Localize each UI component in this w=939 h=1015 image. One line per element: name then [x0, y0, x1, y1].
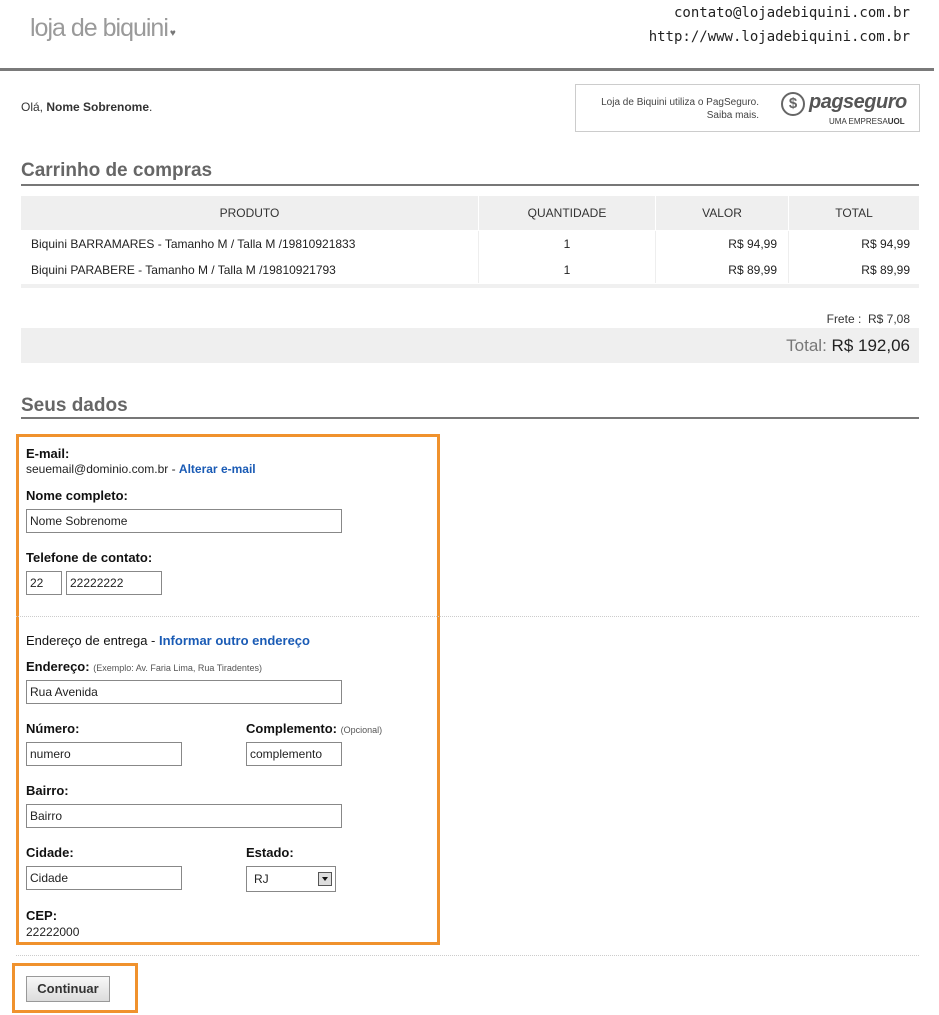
header-divider	[0, 68, 934, 71]
greeting-suffix: .	[149, 100, 153, 114]
row-separator	[788, 257, 789, 283]
row-product: Biquini PARABERE - Tamanho M / Talla M /…	[31, 263, 336, 277]
cart-title-divider	[21, 184, 919, 186]
contact-url[interactable]: http://www.lojadebiquini.com.br	[649, 29, 910, 45]
pagseguro-emblem-icon: $	[781, 92, 805, 116]
email-separator: -	[168, 462, 179, 476]
number-field[interactable]	[26, 742, 182, 766]
pagseguro-sub-prefix: UMA EMPRESA	[829, 117, 888, 126]
row-qty: 1	[563, 237, 571, 251]
city-field[interactable]	[26, 866, 182, 890]
form-bottom-divider	[16, 955, 919, 956]
pagseguro-logo-sub: UMA EMPRESAUOL	[829, 117, 905, 126]
row-separator	[655, 231, 656, 257]
row-value: R$ 89,99	[728, 263, 777, 277]
delivery-separator: -	[147, 633, 159, 648]
pagseguro-saiba-mais[interactable]: Saiba mais.	[601, 109, 759, 122]
phone-ddd-field[interactable]	[26, 571, 62, 595]
row-total: R$ 89,99	[861, 263, 910, 277]
row-qty: 1	[563, 263, 571, 277]
district-label: Bairro:	[26, 783, 69, 798]
chevron-down-icon[interactable]	[318, 872, 332, 886]
state-select[interactable]: RJ	[246, 866, 336, 892]
total-label: Total:	[786, 336, 827, 355]
email-line: seuemail@dominio.com.br - Alterar e-mail	[26, 462, 256, 476]
phone-number-field[interactable]	[66, 571, 162, 595]
state-label: Estado:	[246, 845, 294, 860]
col-value: VALOR	[702, 206, 742, 220]
greeting: Olá, Nome Sobrenome.	[21, 100, 152, 114]
greeting-prefix: Olá,	[21, 100, 47, 114]
district-field[interactable]	[26, 804, 342, 828]
contact-email[interactable]: contato@lojadebiquini.com.br	[674, 5, 910, 21]
continue-button[interactable]: Continuar	[26, 976, 110, 1002]
other-address-link[interactable]: Informar outro endereço	[159, 633, 310, 648]
cep-value: 22222000	[26, 925, 80, 939]
greeting-name: Nome Sobrenome	[46, 100, 150, 114]
form-title-divider	[21, 417, 919, 419]
address-field[interactable]	[26, 680, 342, 704]
row-separator	[788, 231, 789, 257]
form-title: Seus dados	[21, 395, 128, 416]
complement-label: Complemento:	[246, 721, 337, 736]
store-logo: loja de biquini ♥	[30, 14, 176, 43]
email-value: seuemail@dominio.com.br	[26, 462, 169, 476]
cart-table-header: PRODUTO QUANTIDADE VALOR TOTAL	[21, 196, 919, 230]
pagseguro-banner[interactable]: Loja de Biquini utiliza o PagSeguro. Sai…	[575, 84, 920, 132]
address-label-line: Endereço: (Exemplo: Av. Faria Lima, Rua …	[26, 659, 262, 674]
col-total: TOTAL	[835, 206, 873, 220]
cart-table-footer	[21, 284, 919, 288]
col-quantity: QUANTIDADE	[527, 206, 607, 220]
col-product: PRODUTO	[219, 206, 280, 220]
state-selected-value: RJ	[254, 872, 269, 886]
complement-hint: (Opcional)	[340, 725, 383, 735]
heart-icon: ♥	[169, 28, 176, 39]
delivery-line: Endereço de entrega - Informar outro end…	[26, 633, 310, 648]
name-label: Nome completo:	[26, 488, 128, 503]
pagseguro-logo: $ pagseguro UMA EMPRESAUOL	[781, 91, 911, 126]
table-row: Biquini PARABERE - Tamanho M / Talla M /…	[21, 257, 919, 283]
phone-label: Telefone de contato:	[26, 550, 153, 565]
change-email-link[interactable]: Alterar e-mail	[179, 462, 256, 476]
pagseguro-text: Loja de Biquini utiliza o PagSeguro. Sai…	[601, 96, 759, 122]
city-label: Cidade:	[26, 845, 74, 860]
table-row: Biquini BARRAMARES - Tamanho M / Talla M…	[21, 231, 919, 257]
complement-label-line: Complemento: (Opcional)	[246, 721, 382, 736]
cep-label: CEP:	[26, 908, 58, 923]
total-value: R$ 192,06	[831, 336, 910, 355]
complement-field[interactable]	[246, 742, 342, 766]
row-product: Biquini BARRAMARES - Tamanho M / Talla M…	[31, 237, 356, 251]
shipping-value: R$ 7,08	[867, 312, 910, 326]
shipping-label: Frete :	[826, 312, 862, 326]
address-hint: (Exemplo: Av. Faria Lima, Rua Tiradentes…	[93, 663, 262, 673]
pagseguro-logo-word: pagseguro	[809, 91, 907, 113]
name-field[interactable]	[26, 509, 342, 533]
delivery-label: Endereço de entrega	[26, 633, 148, 648]
cart-title: Carrinho de compras	[21, 160, 213, 181]
form-divider	[16, 616, 919, 617]
pagseguro-sub-brand: UOL	[887, 117, 905, 126]
shipping-line: Frete : R$ 7,08	[827, 312, 910, 326]
row-separator	[655, 257, 656, 283]
number-label: Número:	[26, 721, 80, 736]
pagseguro-line1: Loja de Biquini utiliza o PagSeguro.	[601, 97, 759, 108]
row-value: R$ 94,99	[728, 237, 777, 251]
logo-text: loja de biquini	[30, 14, 169, 42]
order-total: Total: R$ 192,06	[21, 328, 919, 363]
address-label: Endereço:	[26, 659, 90, 674]
email-label: E-mail:	[26, 446, 70, 461]
row-total: R$ 94,99	[861, 237, 910, 251]
